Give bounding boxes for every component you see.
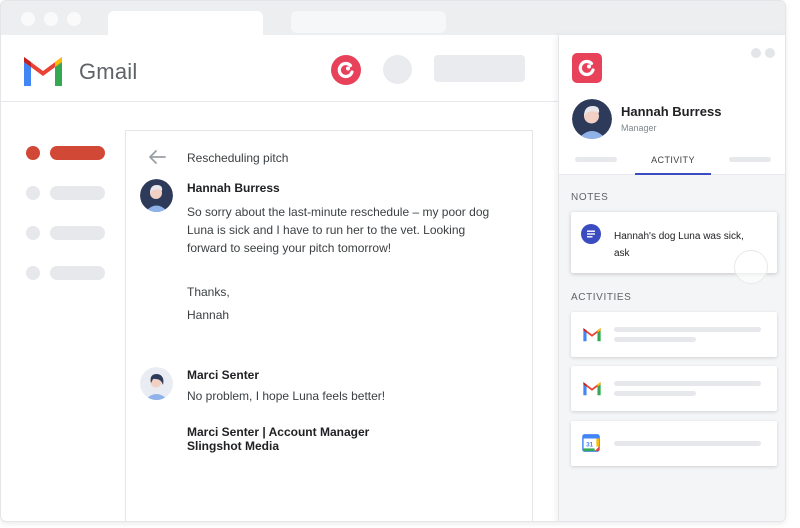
activity-placeholder-line — [614, 381, 761, 386]
sidebar-item-bar — [50, 186, 105, 200]
panel-tab-bar: ACTIVITY — [559, 149, 785, 175]
email-thread: Rescheduling pitch Hannah Burress So sor… — [125, 130, 533, 521]
placeholder-search-bar[interactable] — [434, 55, 525, 82]
tab-placeholder[interactable] — [575, 157, 617, 162]
google-calendar-icon: 31 — [582, 434, 600, 452]
panel-control-dot[interactable] — [765, 48, 775, 58]
gmail-logo-icon[interactable] — [21, 54, 65, 86]
person-avatar-icon — [140, 367, 173, 400]
sender-name: Hannah Burress — [187, 181, 280, 195]
sidebar-item-bar — [50, 146, 105, 160]
activity-item-email[interactable] — [571, 312, 777, 357]
sender-name: Marci Senter — [187, 368, 260, 382]
message-line: Luna is sick and I have to run her to th… — [187, 223, 466, 237]
click-ripple — [734, 250, 768, 284]
copper-sidebar-panel: Hannah Burress Manager ACTIVITY NOTES Ha… — [558, 35, 785, 521]
tab-activity[interactable]: ACTIVITY — [635, 149, 711, 175]
person-avatar-icon — [140, 179, 173, 212]
message-line: So sorry about the last-minute reschedul… — [187, 205, 490, 219]
copper-logo-icon — [337, 61, 354, 79]
activity-item-calendar[interactable]: 31 — [571, 421, 777, 466]
copper-logo[interactable] — [572, 53, 602, 83]
copper-extension-button[interactable] — [331, 55, 361, 85]
note-card[interactable]: Hannah's dog Luna was sick, ask — [571, 212, 777, 284]
sidebar-item-bar — [50, 266, 105, 280]
activity-placeholder-line — [614, 391, 696, 396]
copper-logo-icon — [578, 59, 595, 77]
gmail-wordmark: Gmail — [79, 59, 138, 84]
back-arrow-icon[interactable] — [148, 149, 166, 165]
person-avatar-icon — [572, 99, 612, 139]
message-signoff: Hannah — [187, 308, 230, 322]
window-control-dot[interactable] — [44, 12, 58, 26]
message-closing: Thanks, — [187, 285, 230, 299]
calendar-day-label: 31 — [586, 442, 594, 449]
sidebar-item-dot — [26, 186, 40, 200]
browser-tab-active[interactable] — [108, 11, 263, 35]
sidebar-item-dot — [26, 266, 40, 280]
activity-placeholder-line — [614, 327, 761, 332]
panel-control-dot[interactable] — [751, 48, 761, 58]
activities-section-label: ACTIVITIES — [571, 292, 632, 303]
panel-window-controls — [747, 45, 775, 63]
gmail-icon — [583, 328, 601, 342]
signature-line: Marci Senter | Account Manager — [187, 425, 370, 439]
browser-tab-inactive[interactable] — [291, 11, 446, 33]
message-body: No problem, I hope Luna feels better! — [187, 389, 386, 403]
placeholder-circle[interactable] — [383, 55, 412, 84]
message-body: So sorry about the last-minute reschedul… — [187, 203, 489, 257]
signature-line: Slingshot Media — [187, 439, 280, 453]
note-icon — [581, 224, 601, 244]
notes-section-label: NOTES — [571, 192, 609, 203]
sidebar-item-bar — [50, 226, 105, 240]
window-control-dot[interactable] — [67, 12, 81, 26]
activity-item-email[interactable] — [571, 366, 777, 411]
window-control-dot[interactable] — [21, 12, 35, 26]
browser-window: Gmail Rescheduling pitch Hannah Burress … — [0, 0, 786, 522]
contact-role: Manager — [621, 123, 657, 133]
note-lines-icon — [587, 230, 595, 238]
sidebar-item-dot — [26, 146, 40, 160]
contact-avatar[interactable] — [572, 99, 612, 139]
browser-titlebar — [1, 1, 785, 35]
activity-placeholder-line — [614, 441, 761, 446]
activity-placeholder-line — [614, 337, 696, 342]
sidebar-item-dot — [26, 226, 40, 240]
email-subject: Rescheduling pitch — [187, 151, 289, 165]
avatar-marci[interactable] — [140, 367, 173, 400]
gmail-icon — [583, 382, 601, 396]
message-line: forward to seeing your pitch tomorrow! — [187, 241, 392, 255]
tab-placeholder[interactable] — [729, 157, 771, 162]
contact-name: Hannah Burress — [621, 104, 722, 119]
avatar-hannah[interactable] — [140, 179, 173, 212]
